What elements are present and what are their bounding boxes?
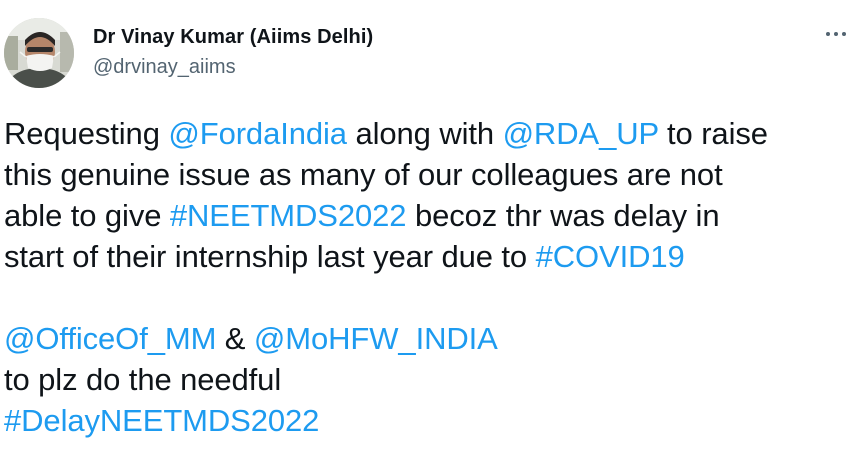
text-span: along with <box>346 116 503 151</box>
text-span: able to give <box>4 198 170 233</box>
avatar[interactable] <box>4 18 74 88</box>
text-span: to raise <box>658 116 768 151</box>
tweet-line: this genuine issue as many of our collea… <box>4 157 723 192</box>
hashtag-neetmds2022[interactable]: #NEETMDS2022 <box>170 198 407 233</box>
more-options-button[interactable] <box>818 22 854 46</box>
mention-officeof-mm[interactable]: @OfficeOf_MM <box>4 321 216 356</box>
tweet-line: Requesting @FordaIndia along with @RDA_U… <box>4 113 854 154</box>
text-span: start of their internship last year due … <box>4 239 536 274</box>
author-display-name[interactable]: Dr Vinay Kumar (Aiims Delhi) <box>93 26 373 49</box>
tweet-text: Requesting @FordaIndia along with @RDA_U… <box>4 113 854 441</box>
tweet-line: to plz do the needful <box>4 362 282 397</box>
text-span: Requesting <box>4 116 169 151</box>
text-span: becoz thr was delay in <box>406 198 720 233</box>
hashtag-delayneetmds2022[interactable]: #DelayNEETMDS2022 <box>4 403 319 438</box>
text-span: & <box>216 321 254 356</box>
tweet-line: able to give #NEETMDS2022 becoz thr was … <box>4 195 854 236</box>
mention-fordaindia[interactable]: @FordaIndia <box>168 116 347 151</box>
mention-rda-up[interactable]: @RDA_UP <box>503 116 659 151</box>
mention-mohfw-india[interactable]: @MoHFW_INDIA <box>254 321 498 356</box>
profile-photo-icon <box>4 18 74 88</box>
more-horizontal-icon <box>826 32 846 36</box>
tweet-line: #DelayNEETMDS2022 <box>4 400 854 441</box>
author-handle[interactable]: @drvinay_aiims <box>93 56 236 79</box>
hashtag-covid19[interactable]: #COVID19 <box>536 239 685 274</box>
tweet-line: start of their internship last year due … <box>4 236 854 277</box>
tweet-line: @OfficeOf_MM & @MoHFW_INDIA <box>4 318 854 359</box>
